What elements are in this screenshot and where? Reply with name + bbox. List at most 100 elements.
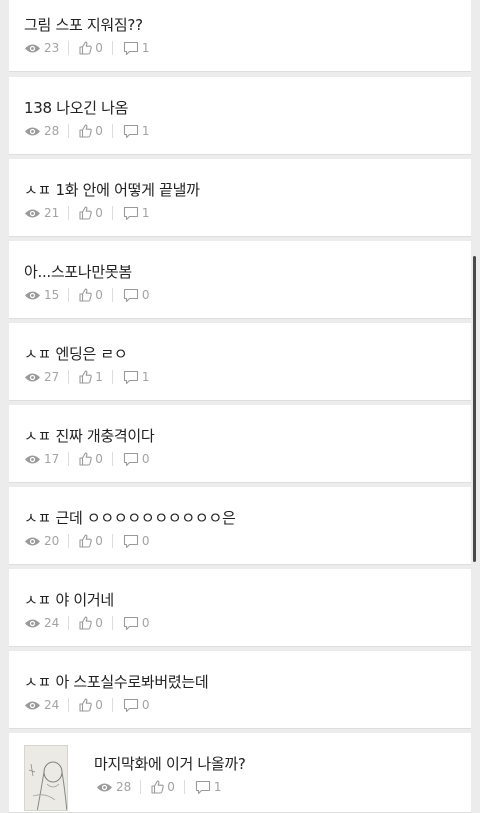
divider — [68, 698, 70, 712]
thumbs-up-icon — [79, 41, 93, 55]
divider — [68, 370, 70, 384]
divider — [111, 206, 113, 220]
thumbs-up-icon — [79, 698, 93, 712]
view-count: 27 — [24, 370, 59, 384]
sketch-thumbnail-image — [25, 746, 67, 810]
list-item[interactable]: ㅅㅍ 엔딩은 ㄹㅇ 27 1 1 — [9, 323, 471, 401]
list-item[interactable]: 아...스포나만못봄 15 0 0 — [9, 241, 471, 319]
comment-icon — [123, 452, 138, 466]
view-count: 28 — [96, 780, 131, 794]
comment-count[interactable]: 0 — [123, 534, 150, 549]
comment-icon — [123, 370, 138, 384]
list-item[interactable]: ㅅㅍ 아 스포실수로봐버렸는데 24 0 0 — [9, 651, 471, 729]
view-count: 23 — [24, 41, 59, 55]
post-title[interactable]: ㅅㅍ 야 이거네 — [24, 589, 114, 610]
thumbs-up-icon — [79, 370, 93, 384]
like-count[interactable]: 0 — [79, 452, 103, 466]
post-title[interactable]: ㅅㅍ 진짜 개충격이다 — [24, 425, 155, 446]
like-count[interactable]: 0 — [79, 534, 103, 548]
post-title[interactable]: ㅅㅍ 아 스포실수로봐버렸는데 — [24, 671, 209, 692]
post-title[interactable]: 그림 스포 지워짐?? — [24, 14, 143, 35]
divider — [183, 780, 185, 794]
post-thumbnail[interactable] — [24, 745, 68, 811]
comment-icon — [123, 698, 138, 712]
thumbs-up-icon — [151, 780, 165, 794]
thumbs-up-icon — [79, 452, 93, 466]
post-meta: 21 0 1 — [24, 205, 150, 221]
post-title[interactable]: 아...스포나만못봄 — [24, 261, 132, 282]
comment-count[interactable]: 0 — [123, 288, 150, 303]
like-count[interactable]: 0 — [79, 206, 103, 220]
post-meta: 24 0 0 — [24, 615, 150, 631]
divider — [111, 534, 113, 548]
like-count[interactable]: 0 — [79, 124, 103, 138]
comment-count[interactable]: 1 — [195, 780, 222, 795]
post-meta: 27 1 1 — [24, 369, 150, 385]
comment-count[interactable]: 0 — [123, 698, 150, 713]
list-item[interactable]: ㅅㅍ 진짜 개충격이다 17 0 0 — [9, 405, 471, 483]
divider — [68, 206, 70, 220]
comment-icon — [195, 780, 210, 794]
view-count: 17 — [24, 452, 59, 466]
comment-count[interactable]: 0 — [123, 616, 150, 631]
post-title[interactable]: ㅅㅍ 엔딩은 ㄹㅇ — [24, 343, 128, 364]
comment-count[interactable]: 0 — [123, 452, 150, 467]
list-item[interactable]: 138 나오긴 나옴 28 0 1 — [9, 77, 471, 155]
post-meta: 17 0 0 — [24, 451, 150, 467]
comment-count[interactable]: 1 — [123, 41, 150, 56]
divider — [68, 616, 70, 630]
list-item[interactable]: ㅅㅍ 1화 안에 어떻게 끝낼까 21 0 1 — [9, 159, 471, 237]
thumbs-up-icon — [79, 288, 93, 302]
post-meta: 15 0 0 — [24, 287, 150, 303]
eye-icon — [25, 537, 40, 545]
eye-icon — [25, 127, 40, 135]
comment-count[interactable]: 1 — [123, 124, 150, 139]
list-item[interactable]: ㅅㅍ 야 이거네 24 0 0 — [9, 569, 471, 647]
post-meta: 28 0 1 — [96, 779, 222, 795]
like-count[interactable]: 0 — [151, 780, 175, 794]
like-count[interactable]: 0 — [79, 698, 103, 712]
post-title[interactable]: ㅅㅍ 근데 ㅇㅇㅇㅇㅇㅇㅇㅇㅇㅇ은 — [24, 507, 236, 528]
eye-icon — [25, 373, 40, 381]
post-meta: 28 0 1 — [24, 123, 150, 139]
divider — [68, 288, 70, 302]
thumbs-up-icon — [79, 534, 93, 548]
comment-icon — [123, 124, 138, 138]
list-item[interactable]: 그림 스포 지워짐?? 23 0 1 — [9, 0, 471, 72]
divider — [68, 41, 70, 55]
post-meta: 23 0 1 — [24, 40, 150, 56]
scrollbar-thumb[interactable] — [473, 256, 476, 562]
divider — [111, 616, 113, 630]
post-meta: 20 0 0 — [24, 533, 150, 549]
comment-icon — [123, 616, 138, 630]
thumbs-up-icon — [79, 616, 93, 630]
like-count[interactable]: 0 — [79, 288, 103, 302]
divider — [140, 780, 142, 794]
view-count: 15 — [24, 288, 59, 302]
comment-count[interactable]: 1 — [123, 370, 150, 385]
comment-count[interactable]: 1 — [123, 206, 150, 221]
comment-icon — [123, 206, 138, 220]
list-item[interactable]: 마지막화에 이거 나올까? 28 0 1 — [9, 733, 471, 813]
divider — [68, 124, 70, 138]
eye-icon — [25, 455, 40, 463]
like-count[interactable]: 0 — [79, 616, 103, 630]
comment-icon — [123, 534, 138, 548]
like-count[interactable]: 1 — [79, 370, 103, 384]
view-count: 28 — [24, 124, 59, 138]
post-meta: 24 0 0 — [24, 697, 150, 713]
eye-icon — [25, 619, 40, 627]
comment-icon — [123, 41, 138, 55]
list-item[interactable]: ㅅㅍ 근데 ㅇㅇㅇㅇㅇㅇㅇㅇㅇㅇ은 20 0 0 — [9, 487, 471, 565]
view-count: 24 — [24, 616, 59, 630]
post-title[interactable]: 138 나오긴 나옴 — [24, 97, 128, 118]
divider — [111, 288, 113, 302]
like-count[interactable]: 0 — [79, 41, 103, 55]
eye-icon — [25, 291, 40, 299]
thumbs-up-icon — [79, 124, 93, 138]
post-title[interactable]: 마지막화에 이거 나올까? — [94, 753, 246, 774]
eye-icon — [25, 209, 40, 217]
comment-icon — [123, 288, 138, 302]
post-title[interactable]: ㅅㅍ 1화 안에 어떻게 끝낼까 — [24, 179, 200, 200]
view-count: 21 — [24, 206, 59, 220]
